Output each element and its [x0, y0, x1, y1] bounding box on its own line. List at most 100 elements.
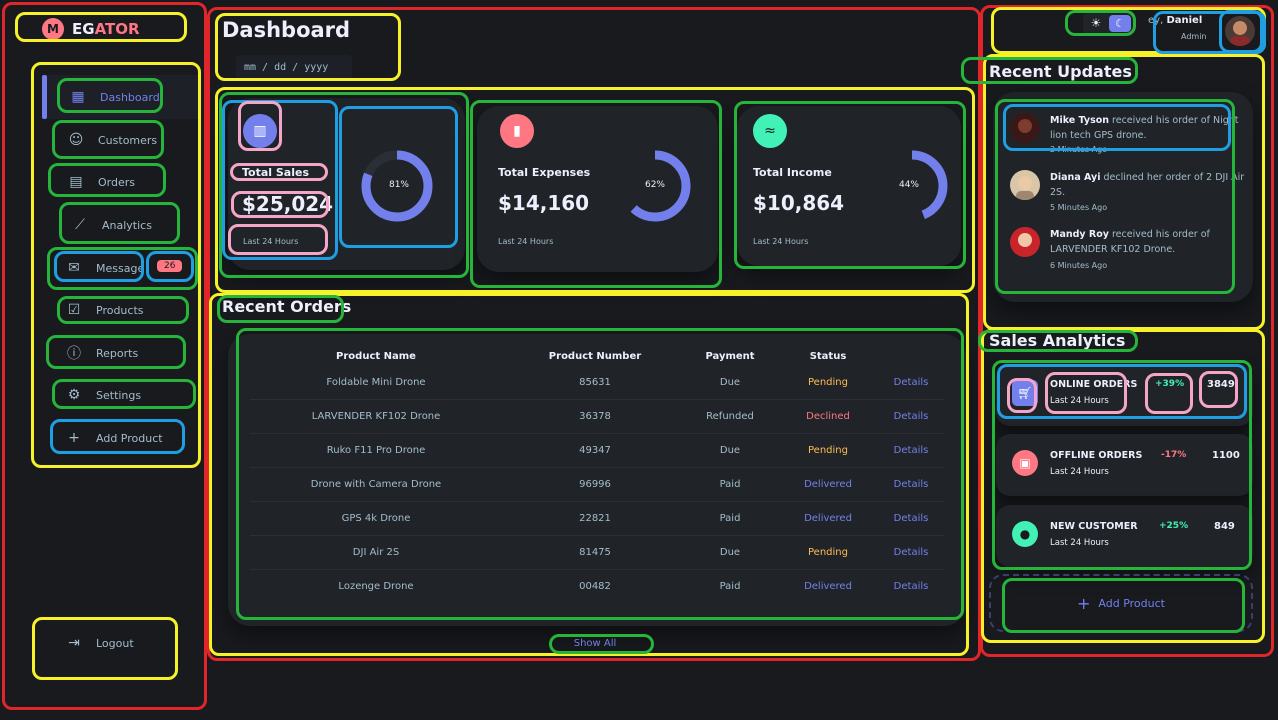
cell-status: Pending: [808, 445, 848, 456]
insight-amount: $25,024: [242, 192, 334, 216]
profile-photo: [1225, 16, 1255, 46]
cell-name: GPS 4k Drone: [341, 513, 411, 524]
add-product-card[interactable]: + Add Product: [989, 574, 1253, 632]
cell-status: Delivered: [804, 581, 852, 592]
analytics-item-value: 1100: [1212, 450, 1240, 461]
table-header: Status: [809, 351, 847, 362]
update-text: Diana Ayi declined her order of 2 DJI Ai…: [1050, 172, 1245, 198]
insight-amount: $14,160: [498, 191, 590, 215]
cell-name: Drone with Camera Drone: [310, 479, 442, 490]
sidebar-item-label: Analytics: [102, 218, 152, 232]
details-link[interactable]: Details: [894, 479, 929, 490]
recent-updates-title: Recent Updates: [989, 62, 1132, 81]
logo[interactable]: M EGATOR: [42, 18, 140, 40]
row-divider: [250, 535, 945, 536]
light-mode-icon[interactable]: ☀: [1086, 15, 1106, 32]
row-divider: [250, 501, 945, 502]
update-time: 5 Minutes Ago: [1050, 203, 1108, 212]
sidebar: M EGATOR ▦ Dashboard ☺ Customers ▤ Order…: [2, 2, 207, 710]
cell-payment: Due: [719, 377, 741, 388]
logo-mark-icon: M: [42, 18, 64, 40]
analytics-item-title: ONLINE ORDERS: [1050, 379, 1138, 390]
profile-role: Admin: [1181, 32, 1207, 41]
sidebar-item-add-product[interactable]: + Add Product: [66, 428, 162, 448]
cell-payment: Paid: [719, 581, 741, 592]
analytics-icon: ▥: [243, 114, 277, 148]
theme-toggle[interactable]: ☀ ☾: [1083, 13, 1133, 34]
profile-avatar[interactable]: [1225, 16, 1255, 46]
update-time: 2 Minutes Ago: [1050, 145, 1108, 154]
show-all-link[interactable]: Show All: [553, 638, 637, 649]
details-link[interactable]: Details: [894, 513, 929, 524]
update-avatar: [1010, 227, 1040, 257]
analytics-item-value: 849: [1214, 521, 1235, 532]
local-mall-icon: ▣: [1012, 450, 1038, 476]
cell-payment: Refunded: [706, 411, 754, 422]
row-divider: [250, 467, 945, 468]
row-divider: [250, 569, 945, 570]
sidebar-item-orders[interactable]: ▤ Orders: [68, 172, 135, 192]
sidebar-item-dashboard[interactable]: ▦ Dashboard: [70, 87, 159, 107]
update-text: Mike Tyson received his order of Night l…: [1050, 115, 1239, 141]
cell-payment: Paid: [719, 513, 741, 524]
update-avatar: [1010, 113, 1040, 143]
mail-outline-icon: ✉: [68, 260, 80, 276]
update-avatar-photo: [1010, 113, 1040, 143]
insight-period: Last 24 Hours: [753, 237, 809, 246]
sidebar-item-logout[interactable]: ⇥ Logout: [66, 633, 134, 653]
recent-orders-title: Recent Orders: [222, 297, 352, 316]
message-count-badge: 26: [157, 260, 183, 272]
report-gmailerrorred-icon: ⓘ: [67, 346, 81, 362]
cell-number: 00482: [579, 581, 611, 592]
details-link[interactable]: Details: [894, 445, 929, 456]
cell-name: LARVENDER KF102 Drone: [311, 411, 441, 422]
grid-view-icon: ▦: [71, 89, 85, 105]
cell-payment: Due: [719, 547, 741, 558]
progress-percent: 81%: [388, 180, 409, 190]
sidebar-item-label: Settings: [96, 388, 142, 402]
sidebar-item-customers[interactable]: ☺ Customers: [68, 130, 157, 150]
analytics-item-change: +25%: [1159, 521, 1189, 531]
profile-greeting: ey, Daniel: [1148, 15, 1203, 26]
insight-period: Last 24 Hours: [243, 237, 299, 246]
details-link[interactable]: Details: [894, 581, 929, 592]
stacked-line-chart-icon: ≈: [753, 114, 787, 148]
insight-title: Total Income: [753, 166, 832, 179]
analytics-item-value: 3849: [1207, 379, 1235, 390]
dark-mode-icon[interactable]: ☾: [1109, 15, 1131, 32]
sidebar-item-label: Reports: [96, 346, 139, 360]
bar-chart-icon: ▮: [500, 114, 534, 148]
details-link[interactable]: Details: [894, 377, 929, 388]
details-link[interactable]: Details: [894, 411, 929, 422]
sidebar-item-label: Message: [96, 261, 145, 275]
sidebar-item-products[interactable]: ☑ Products: [66, 300, 144, 320]
analytics-item-period: Last 24 Hours: [1050, 396, 1109, 406]
sidebar-item-label: Logout: [96, 636, 134, 650]
sidebar-active-indicator: [42, 75, 47, 119]
date-input[interactable]: mm / dd / yyyy: [236, 55, 352, 79]
inventory-icon: ☑: [67, 302, 81, 318]
cell-name: Foldable Mini Drone: [326, 377, 426, 388]
add-product-label: Add Product: [1098, 596, 1165, 610]
table-header: Payment: [705, 351, 755, 362]
sidebar-item-reports[interactable]: ⓘ Reports: [66, 343, 138, 363]
person-outline-icon: ☺: [68, 132, 84, 148]
sidebar-item-label: Products: [96, 303, 144, 317]
sidebar-item-settings[interactable]: ⚙ Settings: [66, 385, 141, 405]
sales-analytics-title: Sales Analytics: [989, 331, 1126, 350]
update-time: 6 Minutes Ago: [1050, 261, 1108, 270]
sidebar-item-analytics[interactable]: ⟋ Analytics: [72, 215, 152, 235]
cell-status: Declined: [806, 411, 850, 422]
insight-amount: $10,864: [753, 191, 845, 215]
cell-number: 36378: [579, 411, 611, 422]
logout-icon: ⇥: [68, 635, 80, 651]
cell-name: Ruko F11 Pro Drone: [326, 445, 426, 456]
insight-title: Total Sales: [242, 166, 310, 179]
sidebar-item-messages[interactable]: ✉ Message: [66, 258, 144, 278]
logo-text: EGATOR: [72, 20, 140, 38]
settings-icon: ⚙: [67, 387, 81, 403]
progress-percent: 62%: [644, 180, 665, 190]
receipt-icon: ▤: [69, 174, 83, 190]
analytics-item-title: NEW CUSTOMER: [1050, 521, 1138, 532]
details-link[interactable]: Details: [894, 547, 929, 558]
